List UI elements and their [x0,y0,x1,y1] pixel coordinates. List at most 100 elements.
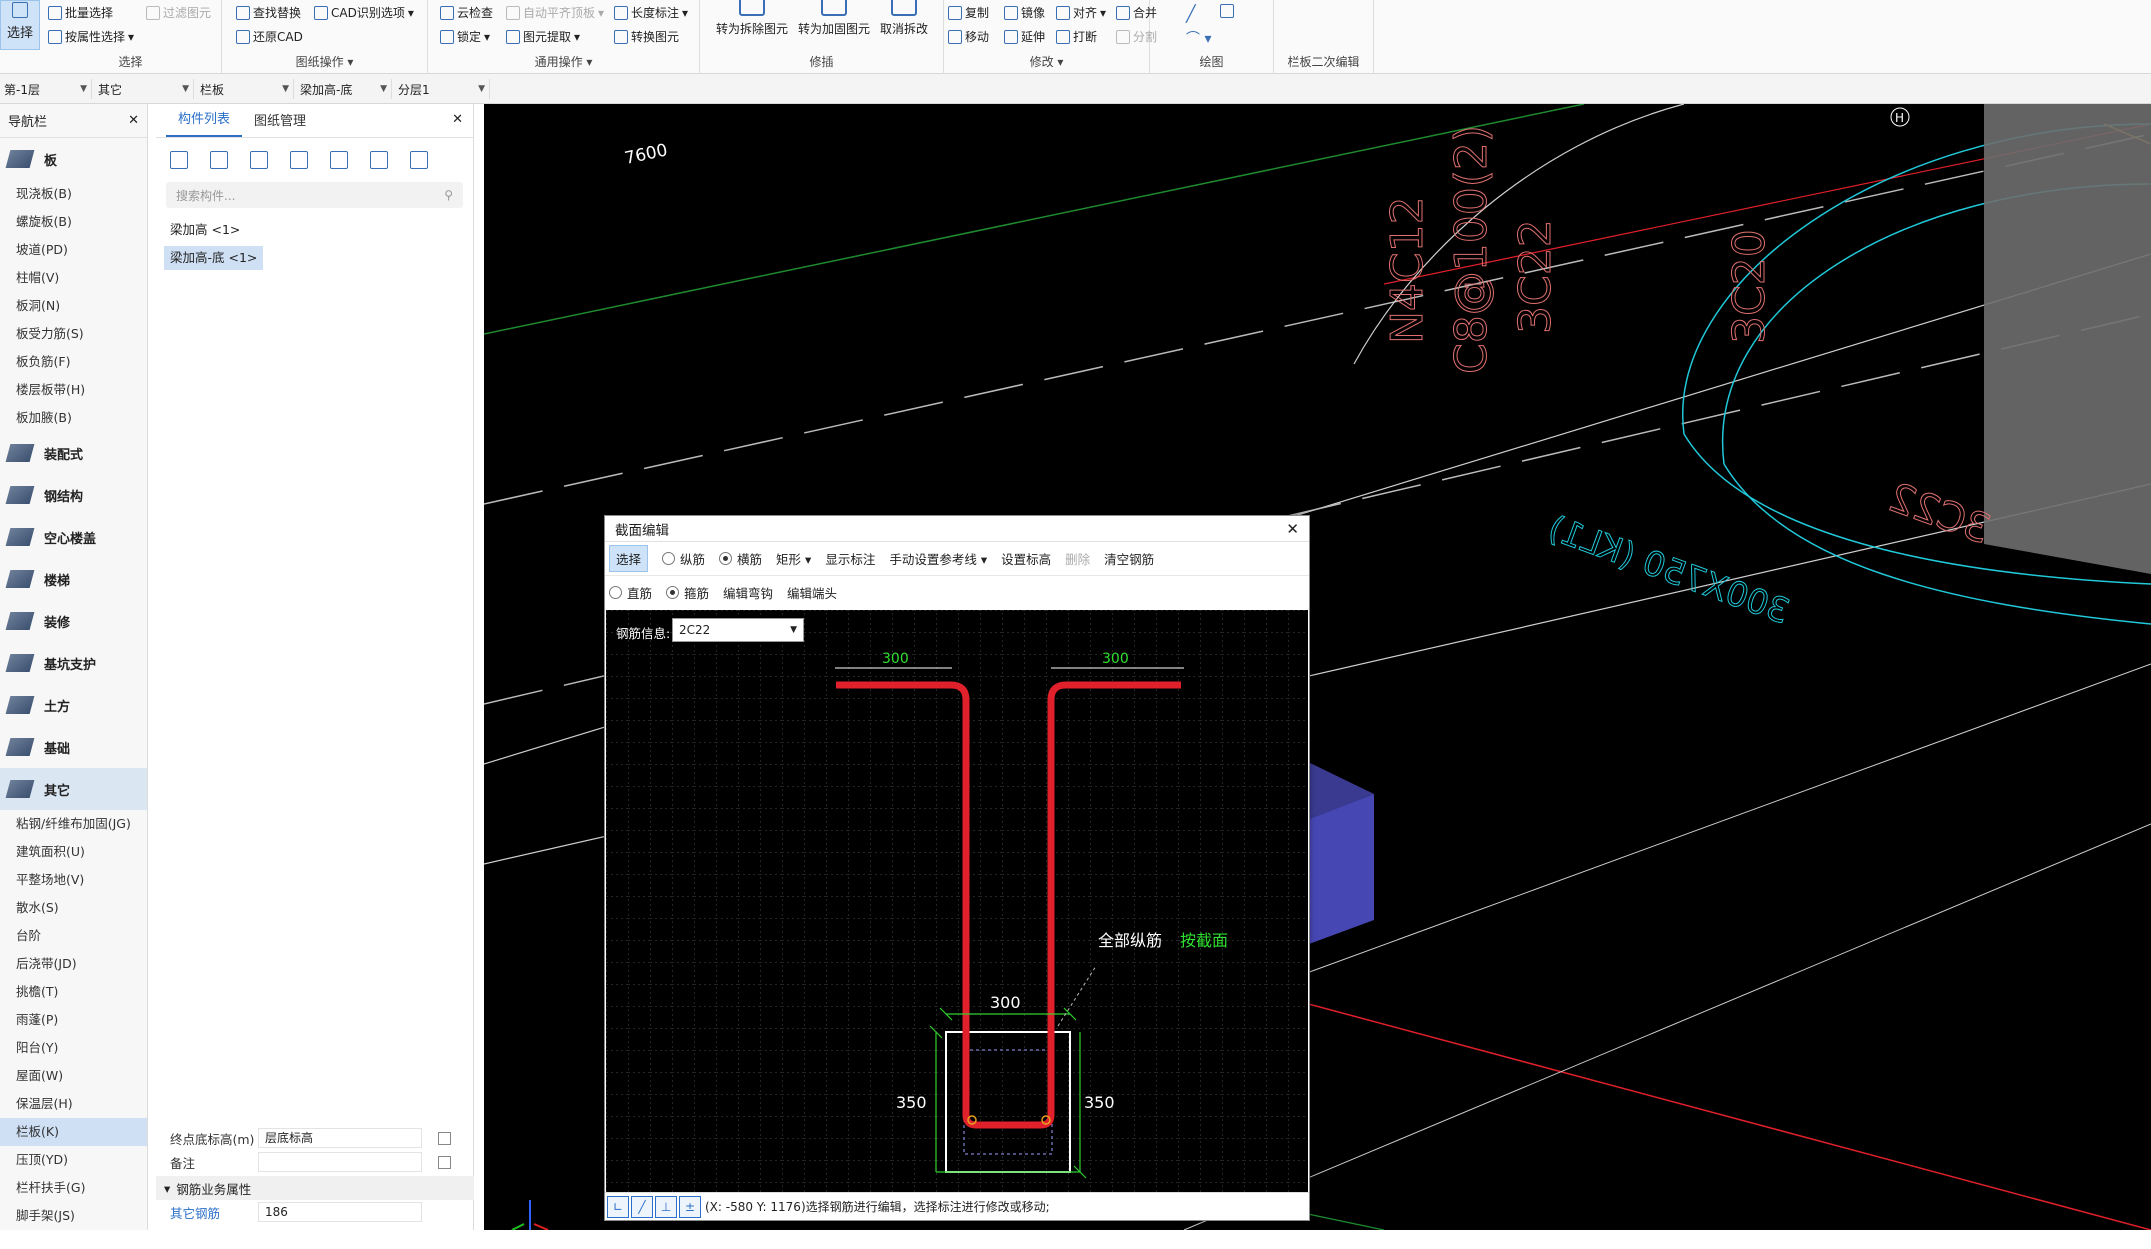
to-reinforce-button[interactable]: 转为加固图元 [798,0,870,37]
align-button[interactable]: 对齐 ▾ [1056,4,1106,21]
nav-item[interactable]: 脚手架(JS) [0,1202,147,1230]
length-mark-button[interactable]: 长度标注 ▾ [614,4,688,21]
nav-item[interactable]: 阳台(Y) [0,1034,147,1062]
nav-item[interactable]: 保温层(H) [0,1090,147,1118]
nav-category[interactable]: 装配式 [0,432,147,474]
ortho-icon[interactable]: ∟ [607,1195,629,1218]
edit-end-button[interactable]: 编辑端头 [787,583,837,602]
dim-top-right[interactable]: 300 [1102,651,1129,667]
copy-component-icon[interactable] [210,151,228,169]
longitudinal-radio[interactable]: 纵筋 [662,549,705,568]
delete-button[interactable]: 删除 [1065,549,1090,568]
nav-item[interactable]: 楼层板带(H) [0,376,147,404]
nav-item[interactable]: 建筑面积(U) [0,838,147,866]
tab-component-list[interactable]: 构件列表 [166,108,243,137]
nav-category-other[interactable]: 其它 [0,768,147,810]
new-component-icon[interactable] [170,151,188,169]
perpendicular-icon[interactable]: ⊥ [655,1195,677,1218]
close-icon[interactable]: ✕ [1286,520,1299,538]
prop-section-rebar[interactable]: ▾ 钢筋业务属性 [156,1176,474,1200]
more-icon[interactable] [410,151,428,169]
nav-item[interactable]: 平整场地(V) [0,866,147,894]
delete-icon[interactable] [250,151,268,169]
clear-rebar-button[interactable]: 清空钢筋 [1104,549,1154,568]
nav-category[interactable]: 空心楼盖 [0,516,147,558]
close-icon[interactable]: ✕ [128,113,139,128]
nav-category[interactable]: 土方 [0,684,147,726]
stirrup-radio[interactable]: 箍筋 [666,583,709,602]
nav-item-railing[interactable]: 栏板(K) [0,1118,147,1146]
batch-select-button[interactable]: 批量选择 [48,4,113,21]
nav-item[interactable]: 屋面(W) [0,1062,147,1090]
nav-item[interactable]: 栏杆扶手(G) [0,1174,147,1202]
nav-category[interactable]: 楼梯 [0,558,147,600]
component-search-input[interactable]: 搜索构件... ⚲ [166,182,463,208]
nav-item[interactable]: 板负筋(F) [0,348,147,376]
rect-tool-button[interactable] [1220,4,1234,18]
arc-tool-button[interactable]: ⌒ ▾ [1186,28,1211,48]
break-button[interactable]: 打断 [1056,28,1097,45]
3d-viewport[interactable]: 7600 N4C12 C8@100(2) 3C22 3C20 300X750 (… [484,104,2151,1230]
cloud-check-button[interactable]: 云检查 [440,4,493,21]
nav-item[interactable]: 散水(S) [0,894,147,922]
nav-category-slab[interactable]: 板 [0,138,147,180]
extend-button[interactable]: 延伸 [1004,28,1045,45]
floor-copy-icon[interactable] [330,151,348,169]
checkbox[interactable] [438,1131,451,1145]
dim-width[interactable]: 300 [990,993,1021,1012]
to-split-button[interactable]: 转为拆除图元 [716,0,788,37]
straight-radio[interactable]: 直筋 [609,583,652,602]
set-elev-button[interactable]: 设置标高 [1001,549,1051,568]
name-select[interactable]: 梁加高-底 ▼ [296,79,392,99]
layer-select[interactable]: 分层1 ▼ [394,79,490,99]
snap-line-icon[interactable]: ╱ [631,1195,653,1218]
nav-item[interactable]: 板加腋(B) [0,404,147,432]
auto-align-button[interactable]: 自动平齐顶板 ▾ [506,4,604,21]
attr-select-button[interactable]: 按属性选择 ▾ [48,28,134,45]
nav-category[interactable]: 基坑支护 [0,642,147,684]
dim-height-left[interactable]: 350 [896,1093,927,1112]
rect-dropdown[interactable]: 矩形 ▾ [776,549,811,568]
filter-button[interactable]: 过滤图元 [146,4,211,21]
section-canvas[interactable]: 300 300 300 350 350 全部纵筋 按截面 钢筋信息: 2C22 … [606,610,1308,1192]
nav-item[interactable]: 雨蓬(P) [0,1006,147,1034]
dim-top-left[interactable]: 300 [882,651,909,667]
nav-item[interactable]: 后浇带(JD) [0,950,147,978]
line-tool-button[interactable]: ╱ [1186,4,1196,23]
lock-button[interactable]: 锁定 ▾ [440,28,490,45]
extract-button[interactable]: 图元提取 ▾ [506,28,580,45]
duplicate-icon[interactable] [290,151,308,169]
find-replace-button[interactable]: 查找替换 [236,4,301,21]
nav-item[interactable]: 台阶 [0,922,147,950]
nav-item[interactable]: 压顶(YD) [0,1146,147,1174]
checkbox[interactable] [438,1155,451,1169]
nav-category[interactable]: 装修 [0,600,147,642]
export-icon[interactable] [370,151,388,169]
nav-item[interactable]: 柱帽(V) [0,264,147,292]
component-select[interactable]: 栏板 ▼ [196,79,294,99]
select-button[interactable]: 选择 [609,545,649,572]
component-item[interactable]: 梁加高 <1> [164,218,246,242]
edit-hook-button[interactable]: 编辑弯钩 [723,583,773,602]
nav-item[interactable]: 现浇板(B) [0,180,147,208]
nav-category[interactable]: 钢结构 [0,474,147,516]
transverse-radio[interactable]: 横筋 [719,549,762,568]
type-select[interactable]: 其它 ▼ [94,79,194,99]
nav-item[interactable]: 坡道(PD) [0,236,147,264]
nav-category[interactable]: 基础 [0,726,147,768]
convert-button[interactable]: 转换图元 [614,28,679,45]
nav-item[interactable]: 螺旋板(B) [0,208,147,236]
manual-ref-dropdown[interactable]: 手动设置参考线 ▾ [889,549,987,568]
cad-options-button[interactable]: CAD识别选项 ▾ [314,4,414,21]
show-mark-button[interactable]: 显示标注 [825,549,875,568]
copy-button[interactable]: 复制 [948,4,989,21]
nav-item[interactable]: 板洞(N) [0,292,147,320]
mirror-button[interactable]: 镜像 [1004,4,1045,21]
close-icon[interactable]: ✕ [452,112,463,127]
dialog-titlebar[interactable]: 截面编辑 ✕ [605,516,1309,542]
component-item-selected[interactable]: 梁加高-底 <1> [164,246,264,270]
tab-drawing-manage[interactable]: 图纸管理 [242,110,318,137]
select-tool-button[interactable]: 选择 [0,0,40,50]
cancel-split-button[interactable]: 取消拆改 [880,0,928,37]
nav-item[interactable]: 粘钢/纤维布加固(JG) [0,810,147,838]
